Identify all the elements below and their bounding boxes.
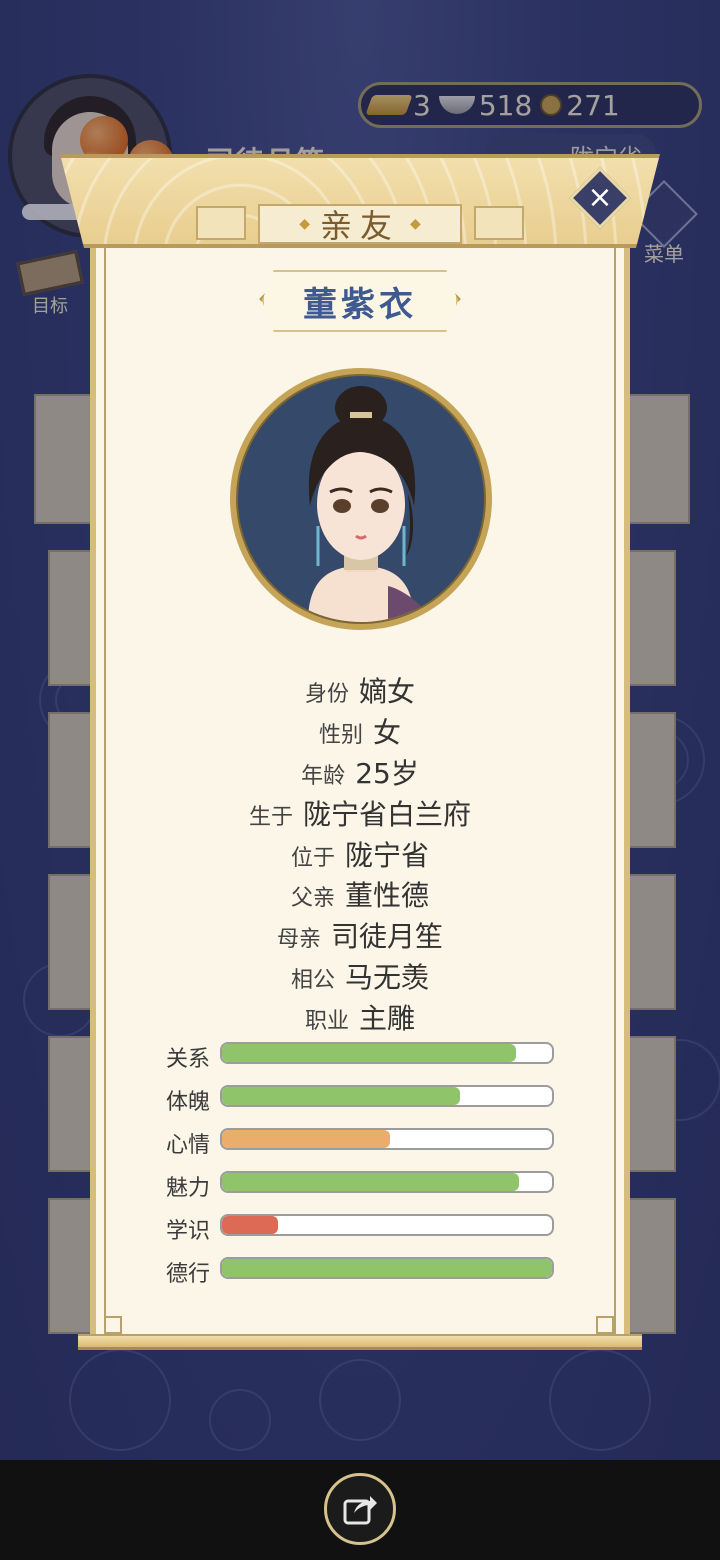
info-location: 位于 陇宁省: [290, 839, 430, 872]
stat-label: 体魄: [166, 1090, 211, 1115]
close-icon[interactable]: ×: [578, 176, 622, 220]
stat-label: 学识: [166, 1219, 211, 1244]
share-icon: [343, 1496, 377, 1525]
info-mother: 母亲 司徒月笙: [276, 920, 444, 953]
stat-bar-knowledge: [220, 1214, 554, 1236]
info-birthplace: 生于 陇宁省白兰府: [248, 798, 472, 831]
character-portrait: [230, 368, 492, 630]
info-gender: 性别女: [318, 716, 402, 749]
scroll-bottom-rod: [78, 1334, 642, 1350]
modal-title: ◆ 亲友 ◆: [258, 204, 462, 245]
header-ornament: [474, 206, 524, 240]
stat-bar-virtue: [220, 1257, 554, 1279]
info-husband: 相公 马无羡: [290, 961, 430, 994]
stat-bar-relationship: [220, 1042, 554, 1064]
stat-label: 德行: [166, 1262, 211, 1287]
info-identity: 身份 嫡女: [304, 675, 416, 708]
info-occupation: 职业 主雕: [304, 1002, 416, 1035]
info-age: 年龄 25岁: [301, 757, 419, 790]
stat-label: 关系: [166, 1047, 211, 1072]
stat-bar-mood: [220, 1128, 554, 1150]
stat-bar-charm: [220, 1171, 554, 1193]
character-name: 董紫衣: [262, 270, 458, 332]
stat-label: 心情: [166, 1133, 211, 1158]
stat-bar-physique: [220, 1085, 554, 1107]
header-ornament: [196, 206, 246, 240]
character-portrait-icon: [308, 386, 433, 622]
info-father: 父亲 董性德: [290, 879, 430, 912]
share-button[interactable]: [324, 1473, 396, 1545]
stat-label: 魅力: [166, 1176, 211, 1201]
